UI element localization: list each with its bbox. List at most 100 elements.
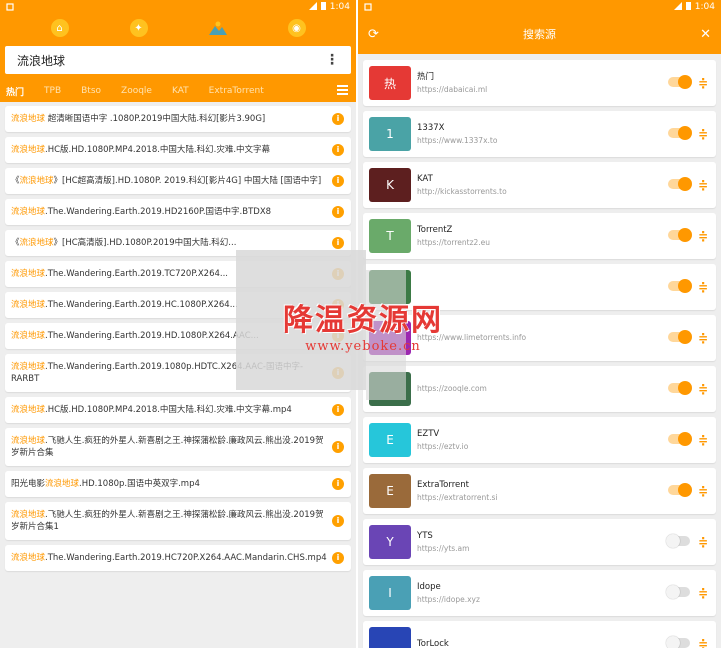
- source-badge: I: [369, 576, 411, 610]
- drag-handle-icon[interactable]: ≑: [697, 585, 709, 601]
- drag-handle-icon[interactable]: ≑: [697, 177, 709, 193]
- tab-item[interactable]: KAT: [172, 86, 189, 96]
- source-toggle[interactable]: [668, 432, 692, 446]
- source-name: 热门: [417, 71, 435, 82]
- source-item[interactable]: T TorrentZ https://torrentz2.eu ≑: [363, 213, 716, 259]
- home-icon[interactable]: ⌂: [50, 19, 69, 37]
- drag-handle-icon[interactable]: ≑: [697, 381, 709, 397]
- info-icon[interactable]: i: [332, 441, 344, 453]
- drag-handle-icon[interactable]: ≑: [697, 534, 709, 550]
- source-toggle[interactable]: [668, 228, 692, 242]
- source-text: 1337X https://www.1337x.to: [417, 122, 497, 147]
- result-item[interactable]: 阳光电影流浪地球.HD.1080p.国语中英双字.mp4 i: [5, 471, 351, 497]
- result-item[interactable]: 流浪地球.飞驰人生.疯狂的外星人.新喜剧之王.神探蒲松龄.廉政风云.熊出没.20…: [5, 428, 351, 466]
- drag-handle-icon[interactable]: ≑: [697, 636, 709, 648]
- result-item[interactable]: 流浪地球 超清晰国语中字 .1080P.2019中国大陆.科幻[影片3.90G]…: [5, 106, 351, 132]
- info-icon[interactable]: i: [332, 552, 344, 564]
- source-url: https://www.limetorrents.info: [417, 333, 527, 342]
- compass-icon[interactable]: ✦: [129, 19, 148, 37]
- right-screen: 1:04 ⟳ 搜索源 ✕ 热热门 https://dabaicai.ml ≑ 1 133…: [358, 0, 721, 648]
- more-vert-icon[interactable]: ⋮: [325, 52, 339, 68]
- result-item[interactable]: 流浪地球.HC版.HD.1080P.MP4.2018.中国大陆.科幻.灾难.中文…: [5, 397, 351, 423]
- info-icon[interactable]: i: [332, 175, 344, 187]
- drag-handle-icon[interactable]: ≑: [697, 279, 709, 295]
- result-item[interactable]: 流浪地球.The.Wandering.Earth.2019.HD2160P.国语…: [5, 199, 351, 225]
- info-icon[interactable]: i: [332, 144, 344, 156]
- source-toggle[interactable]: [668, 126, 692, 140]
- source-text: https://zooqle.com: [417, 383, 487, 395]
- source-item[interactable]: I Idope https://idope.xyz ≑: [363, 570, 716, 616]
- result-item[interactable]: 流浪地球.The.Wandering.Earth.2019.HC720P.X26…: [5, 545, 351, 571]
- source-name: 1337X: [417, 122, 445, 133]
- source-item[interactable]: E ExtraTorrent https://extratorrent.si ≑: [363, 468, 716, 514]
- drag-handle-icon[interactable]: ≑: [697, 432, 709, 448]
- source-url: https://idope.xyz: [417, 594, 480, 604]
- tab-item[interactable]: TPB: [44, 86, 61, 96]
- toggle-knob: [678, 432, 692, 446]
- drag-handle-icon[interactable]: ≑: [697, 126, 709, 142]
- source-item[interactable]: https://www.limetorrents.info ≑: [363, 315, 716, 361]
- info-icon[interactable]: i: [332, 206, 344, 218]
- result-title: .飞驰人生.疯狂的外星人.新喜剧之王.神探蒲松龄.廉政风云.熊出没.2019贺岁…: [11, 510, 324, 532]
- source-toggle[interactable]: [668, 177, 692, 191]
- result-prefix: 阳光电影: [11, 479, 46, 489]
- info-icon[interactable]: i: [332, 237, 344, 249]
- blur-overlay: [236, 250, 366, 390]
- source-url: https://www.1337x.to: [417, 135, 498, 145]
- result-highlight: 流浪地球: [11, 269, 46, 279]
- source-item[interactable]: TorLock ≑: [363, 621, 716, 648]
- result-title: .HD.1080p.国语中英双字.mp4: [79, 479, 200, 489]
- source-toggle[interactable]: [666, 585, 690, 599]
- source-item[interactable]: Y YTS https://yts.am ≑: [363, 519, 716, 565]
- source-item[interactable]: E EZTV https://eztv.io ≑: [363, 417, 716, 463]
- close-icon[interactable]: ✕: [700, 27, 711, 42]
- tab-item[interactable]: Zooqle: [121, 86, 152, 96]
- result-item[interactable]: 流浪地球.飞驰人生.疯狂的外星人.新喜剧之王.神探蒲松龄.廉政风云.熊出没.20…: [5, 502, 351, 540]
- drag-handle-icon[interactable]: ≑: [697, 75, 709, 91]
- drag-handle-icon[interactable]: ≑: [697, 330, 709, 346]
- result-title: .HC版.HD.1080P.MP4.2018.中国大陆.科幻.灾难.中文字幕.m…: [45, 405, 292, 415]
- search-input[interactable]: 流浪地球 ⋮: [5, 46, 351, 74]
- signal-icon: [308, 1, 317, 13]
- info-icon[interactable]: i: [332, 113, 344, 125]
- drag-handle-icon[interactable]: ≑: [697, 483, 709, 499]
- drag-handle-icon[interactable]: ≑: [697, 228, 709, 244]
- source-badge: K: [369, 168, 411, 202]
- menu-icon[interactable]: [337, 85, 348, 95]
- source-toggle[interactable]: [668, 381, 692, 395]
- result-highlight: 流浪地球: [45, 479, 80, 489]
- source-item[interactable]: 1 1337X https://www.1337x.to ≑: [363, 111, 716, 157]
- source-toggle[interactable]: [666, 636, 690, 648]
- info-icon[interactable]: i: [332, 478, 344, 490]
- tab-item[interactable]: Btso: [81, 86, 101, 96]
- source-item[interactable]: K KAT http://kickasstorrents.to ≑: [363, 162, 716, 208]
- info-icon[interactable]: i: [332, 404, 344, 416]
- source-toggle[interactable]: [668, 279, 692, 293]
- source-badge: [369, 627, 411, 648]
- result-item[interactable]: 《流浪地球》[HC超高清版].HD.1080P. 2019.科幻[影片4G] 中…: [5, 168, 351, 194]
- status-time: 1:04: [329, 2, 350, 12]
- source-name: Idope: [417, 581, 441, 592]
- source-text: KAT http://kickasstorrents.to: [417, 173, 507, 198]
- source-toggle[interactable]: [666, 534, 690, 548]
- refresh-icon[interactable]: ⟳: [368, 27, 379, 42]
- source-toggle[interactable]: [668, 330, 692, 344]
- rss-icon[interactable]: ◉: [287, 19, 306, 37]
- source-item[interactable]: 热热门 https://dabaicai.ml ≑: [363, 60, 716, 106]
- source-toggle[interactable]: [668, 75, 692, 89]
- mountain-icon[interactable]: [208, 19, 227, 37]
- result-title: 》[HC超高清版].HD.1080P. 2019.科幻[影片4G] 中国大陆 […: [53, 176, 322, 186]
- source-text: YTS https://yts.am: [417, 530, 469, 555]
- battery-icon: [685, 1, 691, 13]
- source-tabs: 热门 TPB Btso Zooqle KAT ExtraTorrent: [0, 80, 356, 102]
- tab-item[interactable]: 热门: [6, 85, 24, 98]
- source-badge: E: [369, 474, 411, 508]
- result-item[interactable]: 流浪地球.HC版.HD.1080P.MP4.2018.中国大陆.科幻.灾难.中文…: [5, 137, 351, 163]
- tab-item[interactable]: ExtraTorrent: [209, 86, 264, 96]
- source-text: 热门 https://dabaicai.ml: [417, 71, 487, 96]
- source-item[interactable]: ≑: [363, 264, 716, 310]
- info-icon[interactable]: i: [332, 515, 344, 527]
- result-title: .The.Wandering.Earth.2019.HC.1080P.X264.…: [45, 300, 238, 310]
- source-toggle[interactable]: [668, 483, 692, 497]
- source-item[interactable]: https://zooqle.com ≑: [363, 366, 716, 412]
